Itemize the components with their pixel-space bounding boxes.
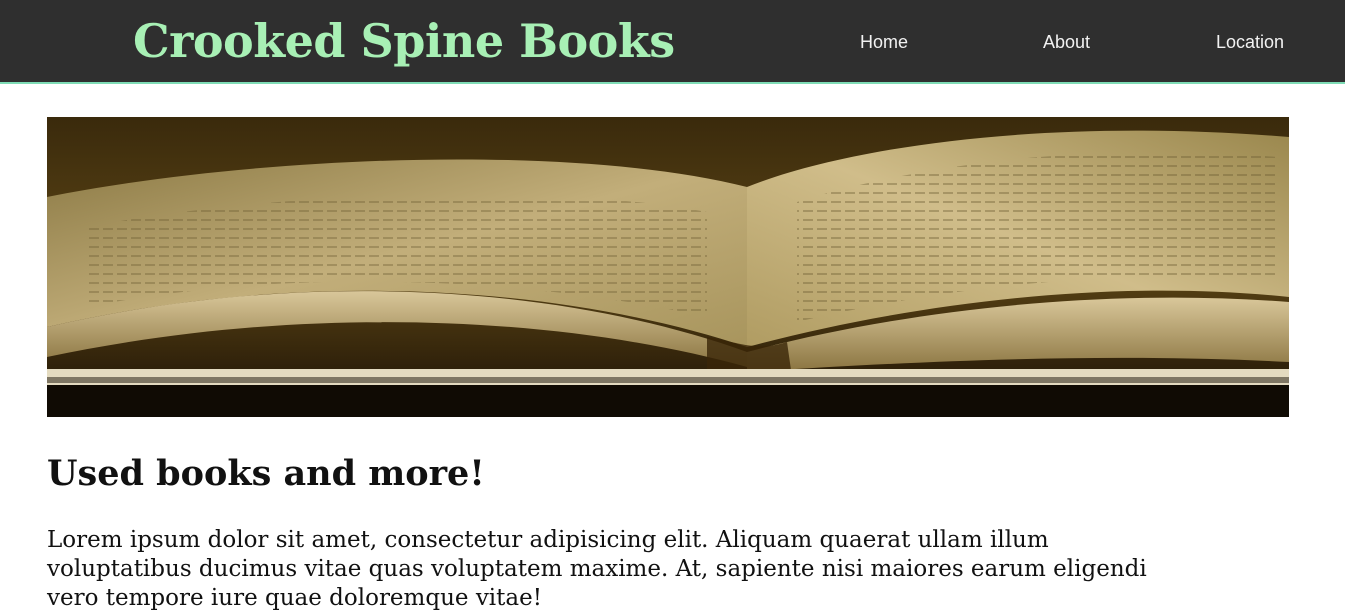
nav-link-about[interactable]: About <box>1043 30 1090 54</box>
intro-paragraph: Lorem ipsum dolor sit amet, consectetur … <box>47 527 1147 611</box>
nav-link-home[interactable]: Home <box>860 30 908 54</box>
page-headline: Used books and more! <box>47 453 485 494</box>
hero-image <box>47 117 1289 417</box>
site-header: Crooked Spine Books Home About Location <box>0 0 1345 84</box>
site-logo[interactable]: Crooked Spine Books <box>133 9 675 73</box>
open-book-illustration <box>47 117 1289 417</box>
nav-link-location[interactable]: Location <box>1216 30 1284 54</box>
